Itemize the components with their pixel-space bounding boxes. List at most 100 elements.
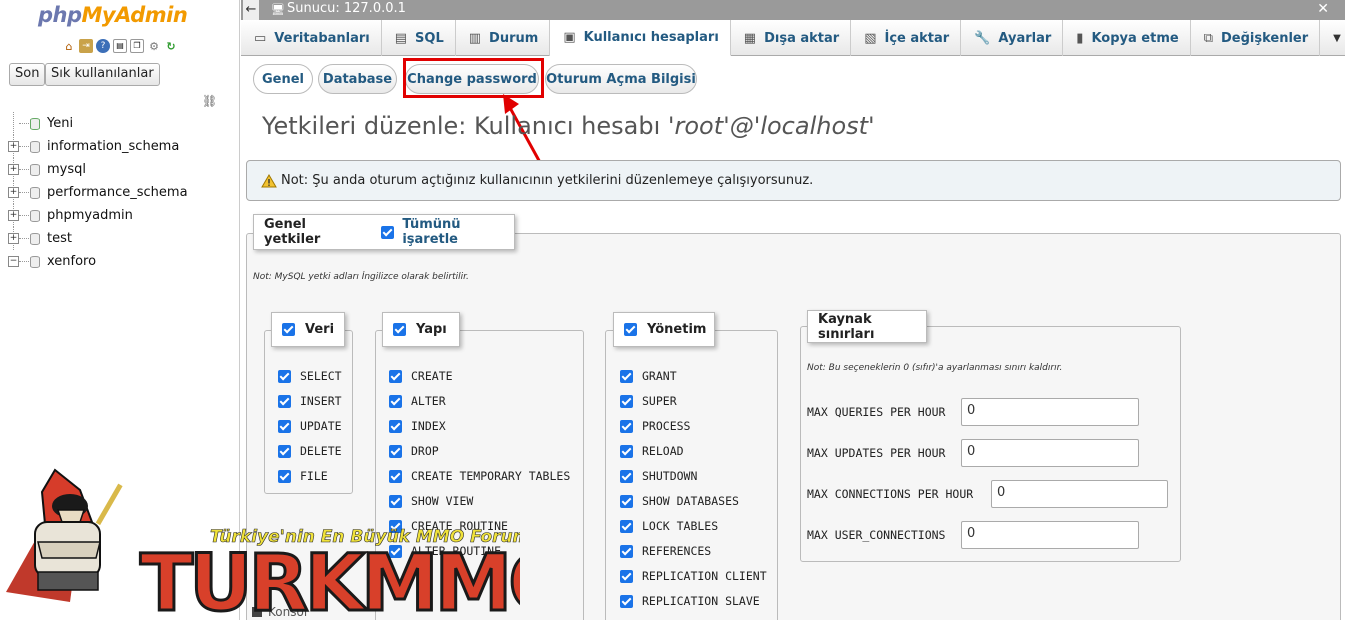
privilege-checkbox[interactable] [620, 519, 633, 533]
privilege-admin-row[interactable]: RELOAD [620, 442, 684, 460]
limit-input[interactable]: 0 [991, 480, 1168, 508]
privilege-label[interactable]: DROP [411, 444, 439, 458]
privilege-structure-row[interactable]: ALTER [389, 392, 446, 410]
privilege-checkbox[interactable] [389, 369, 402, 383]
expand-icon[interactable]: + [8, 141, 19, 152]
tab-8[interactable]: ▮ Kopya etme [1063, 20, 1191, 56]
privilege-label[interactable]: DELETE [300, 444, 342, 458]
privilege-checkbox[interactable] [620, 594, 633, 608]
tree-item-label[interactable]: mysql [47, 162, 86, 177]
privilege-label[interactable]: SUPER [642, 394, 677, 408]
check-all-checkbox[interactable] [381, 225, 395, 239]
privilege-label[interactable]: REPLICATION SLAVE [642, 594, 760, 608]
home-icon[interactable]: ⌂ [62, 39, 76, 53]
privilege-checkbox[interactable] [389, 419, 402, 433]
privilege-checkbox[interactable] [620, 419, 633, 433]
privilege-label[interactable]: UPDATE [300, 419, 342, 433]
structure-check-all-checkbox[interactable] [393, 323, 406, 336]
tab-2[interactable]: ▤ SQL [382, 20, 456, 56]
privilege-admin-row[interactable]: REFERENCES [620, 542, 711, 560]
tree-item-label[interactable]: xenforo [47, 254, 96, 269]
privilege-label[interactable]: GRANT [642, 369, 677, 383]
privilege-label[interactable]: CREATE [411, 369, 453, 383]
privilege-structure-row[interactable]: CREATE [389, 367, 453, 385]
expand-icon[interactable]: + [8, 164, 19, 175]
privilege-checkbox[interactable] [620, 469, 633, 483]
privilege-admin-row[interactable]: GRANT [620, 367, 677, 385]
privilege-checkbox[interactable] [620, 569, 633, 583]
privilege-label[interactable]: SHOW DATABASES [642, 494, 739, 508]
privilege-label[interactable]: REFERENCES [642, 544, 711, 558]
privilege-label[interactable]: INDEX [411, 419, 446, 433]
tab-10[interactable]: ▼Daha fazla [1320, 20, 1345, 56]
close-icon[interactable]: ✕ [1317, 1, 1329, 17]
privilege-checkbox[interactable] [620, 369, 633, 383]
privilege-data-row[interactable]: SELECT [278, 367, 342, 385]
limit-input[interactable]: 0 [961, 439, 1139, 467]
limit-input[interactable]: 0 [961, 398, 1139, 426]
privilege-structure-row[interactable]: DROP [389, 442, 439, 460]
tab-4[interactable]: ▣ Kullanıcı hesapları [550, 20, 731, 56]
tree-item-label[interactable]: test [47, 231, 72, 246]
back-arrow-icon[interactable]: ← [243, 0, 259, 20]
privilege-admin-row[interactable]: SHUTDOWN [620, 467, 697, 485]
tree-item-label[interactable]: Yeni [47, 116, 73, 131]
privilege-checkbox[interactable] [620, 544, 633, 558]
expand-icon[interactable]: + [8, 210, 19, 221]
privilege-data-row[interactable]: DELETE [278, 442, 342, 460]
data-check-all-checkbox[interactable] [282, 323, 295, 336]
settings-gear-icon[interactable]: ⚙ [147, 39, 161, 53]
tree-item-label[interactable]: performance_schema [47, 185, 188, 200]
logout-icon[interactable]: ⇥ [79, 39, 93, 53]
privilege-data-row[interactable]: INSERT [278, 392, 342, 410]
privilege-checkbox[interactable] [620, 394, 633, 408]
privilege-admin-row[interactable]: SUPER [620, 392, 677, 410]
privilege-checkbox[interactable] [620, 494, 633, 508]
privilege-data-row[interactable]: UPDATE [278, 417, 342, 435]
expand-icon[interactable]: + [8, 187, 19, 198]
link-collapse-icon[interactable]: ⛓ [202, 94, 217, 108]
admin-check-all-checkbox[interactable] [624, 323, 637, 336]
privilege-label[interactable]: RELOAD [642, 444, 684, 458]
reload-icon[interactable]: ↻ [164, 39, 178, 53]
privilege-checkbox[interactable] [278, 394, 291, 408]
privilege-checkbox[interactable] [278, 369, 291, 383]
privilege-admin-row[interactable]: REPLICATION CLIENT [620, 567, 767, 585]
collapse-icon[interactable]: − [8, 256, 19, 267]
privilege-checkbox[interactable] [620, 444, 633, 458]
privilege-label[interactable]: INSERT [300, 394, 342, 408]
subtab-general[interactable]: Genel [253, 64, 313, 94]
privilege-label[interactable]: LOCK TABLES [642, 519, 718, 533]
expand-icon[interactable]: + [8, 233, 19, 244]
tab-6[interactable]: ▧ İçe aktar [851, 20, 962, 56]
privilege-checkbox[interactable] [278, 419, 291, 433]
limit-input[interactable]: 0 [961, 521, 1139, 549]
privilege-label[interactable]: SHUTDOWN [642, 469, 697, 483]
privilege-label[interactable]: SELECT [300, 369, 342, 383]
privilege-label[interactable]: REPLICATION CLIENT [642, 569, 767, 583]
privilege-structure-row[interactable]: INDEX [389, 417, 446, 435]
tab-7[interactable]: 🔧 Ayarlar [961, 20, 1064, 56]
tab-5[interactable]: ▦ Dışa aktar [731, 20, 852, 56]
privilege-admin-row[interactable]: REPLICATION SLAVE [620, 592, 760, 610]
tab-3[interactable]: ▥ Durum [456, 20, 551, 56]
tab-1[interactable]: ▭ Veritabanları [241, 20, 382, 56]
favorites-button[interactable]: Sık kullanılanlar [45, 63, 160, 86]
privilege-admin-row[interactable]: LOCK TABLES [620, 517, 718, 535]
privilege-admin-row[interactable]: SHOW DATABASES [620, 492, 739, 510]
privilege-checkbox[interactable] [389, 394, 402, 408]
tree-item-label[interactable]: information_schema [47, 139, 179, 154]
tab-9[interactable]: ⧉ Değişkenler [1191, 20, 1321, 56]
server-label[interactable]: Sunucu: 127.0.0.1 [287, 1, 406, 16]
tree-item-label[interactable]: phpmyadmin [47, 208, 133, 223]
privilege-admin-row[interactable]: PROCESS [620, 417, 690, 435]
subtab-database[interactable]: Database [318, 64, 397, 94]
check-all-label[interactable]: Tümünü işaretle [402, 217, 504, 247]
privilege-checkbox[interactable] [278, 444, 291, 458]
help-icon[interactable]: ? [96, 39, 110, 53]
privilege-checkbox[interactable] [389, 444, 402, 458]
privilege-label[interactable]: ALTER [411, 394, 446, 408]
recent-button[interactable]: Son [9, 63, 46, 86]
copy-icon[interactable]: ❐ [130, 39, 144, 53]
privilege-label[interactable]: PROCESS [642, 419, 690, 433]
